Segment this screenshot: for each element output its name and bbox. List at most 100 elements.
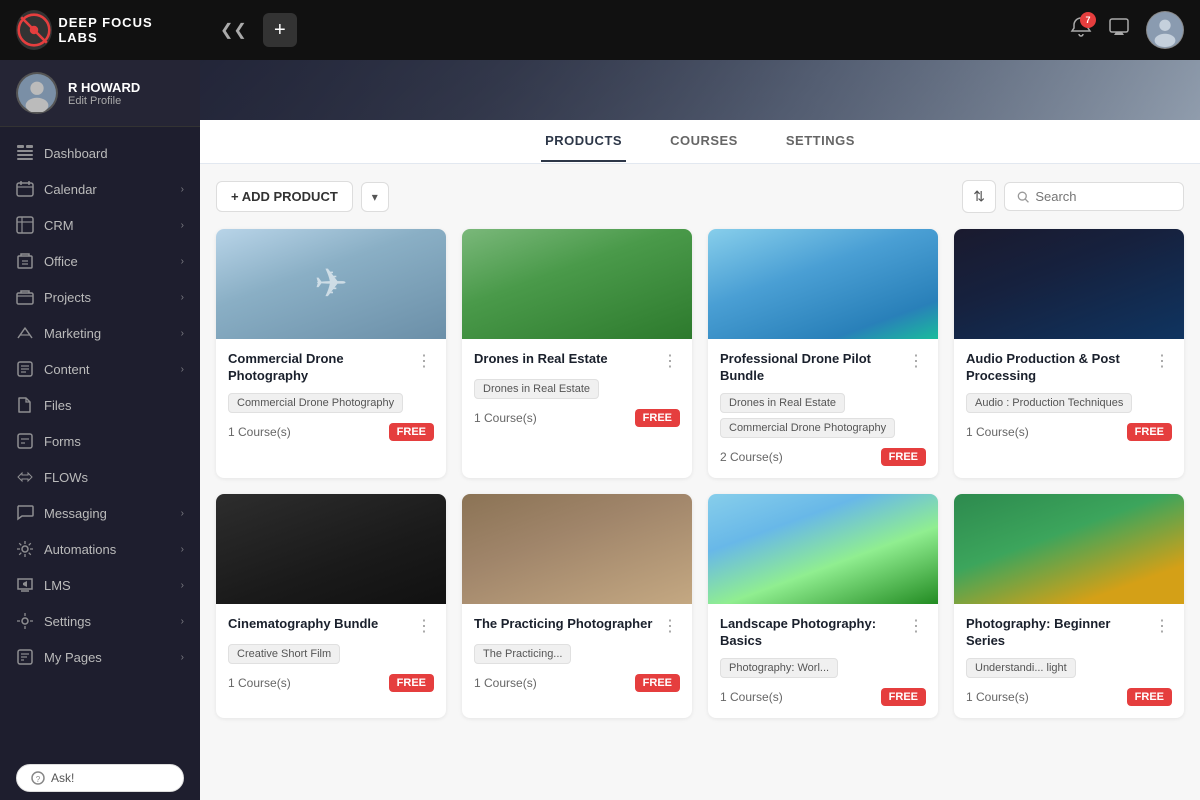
courses-count: 1 Course(s) xyxy=(228,425,291,439)
sidebar-item-my-pages[interactable]: My Pages › xyxy=(0,639,200,675)
sidebar-item-flows[interactable]: FLOWs xyxy=(0,459,200,495)
product-menu-button[interactable]: ⋮ xyxy=(1152,351,1172,371)
sidebar-item-content[interactable]: Content › xyxy=(0,351,200,387)
product-tag: The Practicing... xyxy=(474,644,571,664)
free-badge: FREE xyxy=(881,448,926,466)
sidebar-item-label: Files xyxy=(44,398,71,413)
free-badge: FREE xyxy=(389,674,434,692)
header-right: 7 xyxy=(1070,11,1184,49)
add-product-button[interactable]: + ADD PRODUCT xyxy=(216,181,353,212)
product-tag: Commercial Drone Photography xyxy=(228,393,403,413)
product-tags: Drones in Real Estate xyxy=(474,379,680,399)
card-body: The Practicing Photographer ⋮ The Practi… xyxy=(462,604,692,704)
sidebar-item-settings[interactable]: Settings › xyxy=(0,603,200,639)
sort-button[interactable]: ⇅ xyxy=(962,180,996,213)
sidebar-item-label: Settings xyxy=(44,614,91,629)
brand-label: DEEP FOCUS LABS xyxy=(58,15,184,45)
courses-count: 1 Course(s) xyxy=(474,411,537,425)
sidebar-item-dashboard[interactable]: Dashboard xyxy=(0,135,200,171)
message-button[interactable] xyxy=(1108,16,1130,44)
card-footer: 1 Course(s) FREE xyxy=(966,423,1172,441)
sidebar-item-calendar[interactable]: Calendar › xyxy=(0,171,200,207)
sidebar-item-marketing[interactable]: Marketing › xyxy=(0,315,200,351)
courses-count: 1 Course(s) xyxy=(720,690,783,704)
product-menu-button[interactable]: ⋮ xyxy=(906,616,926,636)
sidebar-item-label: My Pages xyxy=(44,650,102,665)
card-title-row: Commercial Drone Photography ⋮ xyxy=(228,351,434,385)
ask-icon: ? xyxy=(31,771,45,785)
tab-settings[interactable]: SETTINGS xyxy=(782,121,859,162)
search-input[interactable] xyxy=(1035,189,1171,204)
courses-count: 1 Course(s) xyxy=(966,690,1029,704)
sidebar-item-label: Dashboard xyxy=(44,146,108,161)
free-badge: FREE xyxy=(389,423,434,441)
chevron-right-icon: › xyxy=(181,652,184,663)
sidebar-item-lms[interactable]: LMS › xyxy=(0,567,200,603)
product-image xyxy=(216,494,446,604)
ask-button[interactable]: ? Ask! xyxy=(16,764,184,792)
product-menu-button[interactable]: ⋮ xyxy=(906,351,926,371)
hero-banner xyxy=(200,60,1200,120)
files-icon xyxy=(16,396,34,414)
messaging-icon xyxy=(16,504,34,522)
card-footer: 1 Course(s) FREE xyxy=(966,688,1172,706)
product-tag: Photography: Worl... xyxy=(720,658,838,678)
card-body: Drones in Real Estate ⋮ Drones in Real E… xyxy=(462,339,692,439)
product-image xyxy=(954,229,1184,339)
free-badge: FREE xyxy=(1127,688,1172,706)
product-tags: Creative Short Film xyxy=(228,644,434,664)
free-badge: FREE xyxy=(635,409,680,427)
tab-courses[interactable]: COURSES xyxy=(666,121,742,162)
tab-products[interactable]: PRODUCTS xyxy=(541,121,626,162)
marketing-icon xyxy=(16,324,34,342)
product-menu-button[interactable]: ⋮ xyxy=(660,351,680,371)
product-menu-button[interactable]: ⋮ xyxy=(414,616,434,636)
avatar xyxy=(16,72,58,114)
user-avatar[interactable] xyxy=(1146,11,1184,49)
sidebar-item-projects[interactable]: Projects › xyxy=(0,279,200,315)
product-title: The Practicing Photographer xyxy=(474,616,660,633)
product-menu-button[interactable]: ⋮ xyxy=(414,351,434,371)
sidebar-item-crm[interactable]: CRM › xyxy=(0,207,200,243)
add-button[interactable]: + xyxy=(263,13,297,47)
sidebar-item-label: Calendar xyxy=(44,182,97,197)
card-title-row: Landscape Photography: Basics ⋮ xyxy=(720,616,926,650)
dropdown-button[interactable]: ▾ xyxy=(361,182,389,212)
free-badge: FREE xyxy=(635,674,680,692)
chevron-right-icon: › xyxy=(181,292,184,303)
projects-icon xyxy=(16,288,34,306)
card-footer: 1 Course(s) FREE xyxy=(228,423,434,441)
chevron-right-icon: › xyxy=(181,256,184,267)
sidebar-item-automations[interactable]: Automations › xyxy=(0,531,200,567)
card-title-row: Audio Production & Post Processing ⋮ xyxy=(966,351,1172,385)
product-image-inner xyxy=(954,229,1184,339)
flows-icon xyxy=(16,468,34,486)
sidebar-item-messaging[interactable]: Messaging › xyxy=(0,495,200,531)
product-card: Professional Drone Pilot Bundle ⋮ Drones… xyxy=(708,229,938,478)
collapse-sidebar-button[interactable]: ❮❮ xyxy=(216,16,251,44)
sidebar-item-forms[interactable]: Forms xyxy=(0,423,200,459)
product-title: Professional Drone Pilot Bundle xyxy=(720,351,906,385)
edit-profile-link[interactable]: Edit Profile xyxy=(68,95,140,107)
automations-icon xyxy=(16,540,34,558)
product-image-inner xyxy=(708,229,938,339)
user-profile: R HOWARD Edit Profile xyxy=(0,60,200,127)
sidebar-item-files[interactable]: Files xyxy=(0,387,200,423)
notification-button[interactable]: 7 xyxy=(1070,16,1092,44)
forms-icon xyxy=(16,432,34,450)
product-tag: Audio : Production Techniques xyxy=(966,393,1132,413)
tab-bar: PRODUCTS COURSES SETTINGS xyxy=(200,120,1200,164)
sidebar-item-label: LMS xyxy=(44,578,71,593)
product-image xyxy=(708,229,938,339)
office-icon xyxy=(16,252,34,270)
product-menu-button[interactable]: ⋮ xyxy=(660,616,680,636)
product-menu-button[interactable]: ⋮ xyxy=(1152,616,1172,636)
product-tags: Commercial Drone Photography xyxy=(228,393,434,413)
card-title-row: Photography: Beginner Series ⋮ xyxy=(966,616,1172,650)
avatar-image xyxy=(1147,12,1183,48)
product-tag: Creative Short Film xyxy=(228,644,340,664)
main-content: ❮❮ + 7 xyxy=(200,0,1200,800)
sidebar-item-office[interactable]: Office › xyxy=(0,243,200,279)
courses-count: 1 Course(s) xyxy=(966,425,1029,439)
product-image xyxy=(462,494,692,604)
